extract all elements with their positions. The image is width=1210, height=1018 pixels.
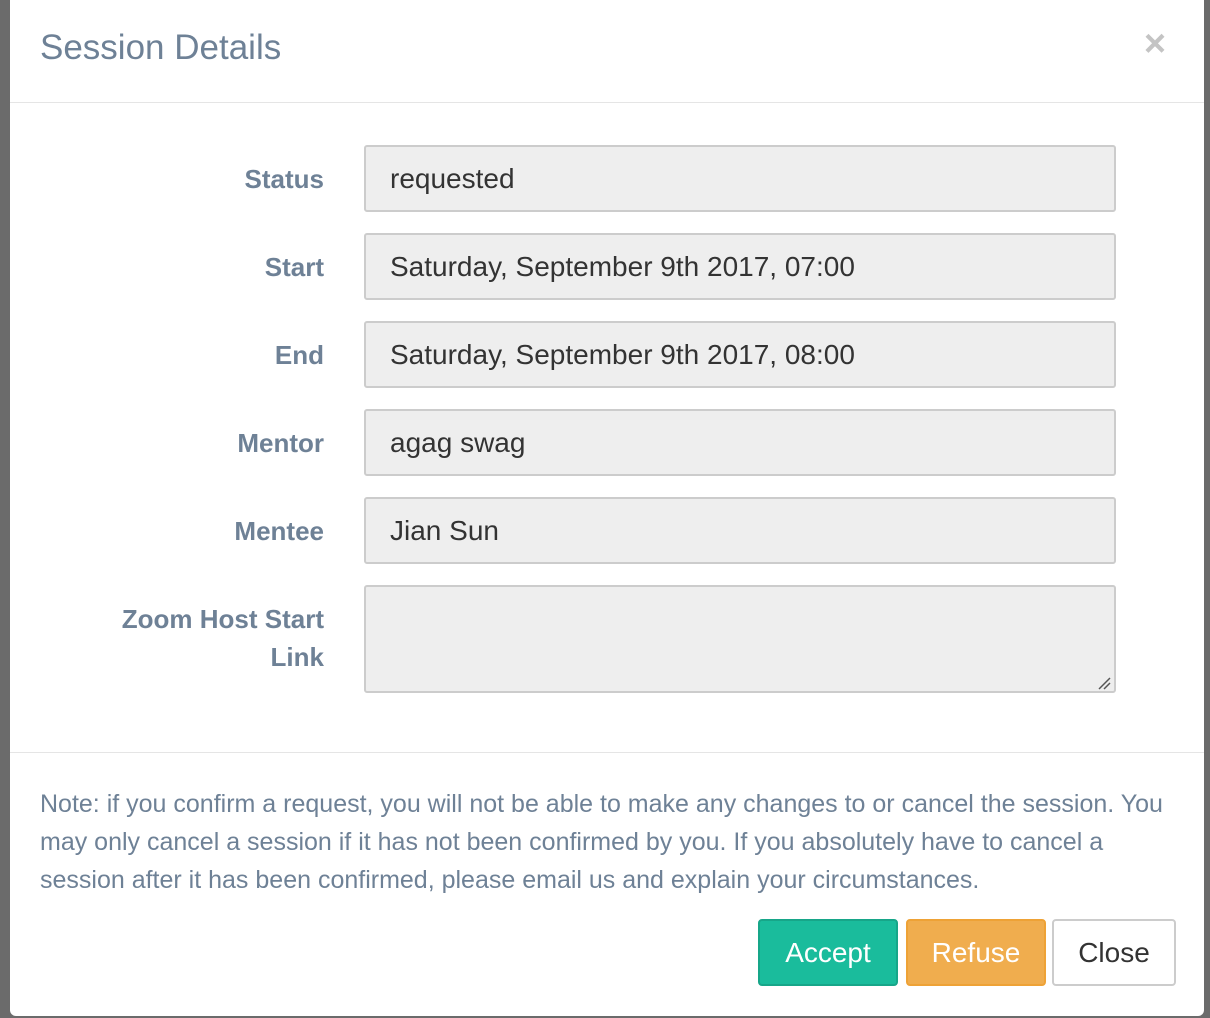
end-label: End: [274, 340, 324, 370]
status-label: Status: [244, 164, 324, 194]
modal-header: Session Details ×: [10, 0, 1204, 103]
close-icon[interactable]: ×: [1140, 24, 1170, 64]
mentor-label: Mentor: [237, 428, 324, 458]
confirmation-note: Note: if you confirm a request, you will…: [40, 790, 1163, 894]
status-field: requested: [364, 145, 1116, 212]
end-field: Saturday, September 9th 2017, 08:00: [364, 321, 1116, 388]
modal-title: Session Details: [40, 28, 282, 67]
zoom-link-label: Zoom Host Start Link: [70, 600, 324, 676]
resize-grip-icon[interactable]: [1097, 676, 1111, 690]
accept-button[interactable]: Accept: [758, 919, 898, 986]
session-details-modal: Session Details × Status requested Start…: [10, 0, 1204, 1016]
zoom-link-textarea[interactable]: [364, 585, 1116, 693]
zoom-link-label-line1: Zoom Host Start: [121, 604, 324, 634]
refuse-button[interactable]: Refuse: [906, 919, 1046, 986]
modal-body: Status requested Start Saturday, Septemb…: [10, 103, 1204, 752]
modal-footer: Note: if you confirm a request, you will…: [10, 752, 1204, 1016]
zoom-link-label-line2: Link: [270, 642, 324, 672]
mentee-label: Mentee: [234, 516, 324, 546]
mentee-field: Jian Sun: [364, 497, 1116, 564]
mentor-field: agag swag: [364, 409, 1116, 476]
start-field: Saturday, September 9th 2017, 07:00: [364, 233, 1116, 300]
close-button[interactable]: Close: [1052, 919, 1176, 986]
start-label: Start: [264, 252, 324, 282]
